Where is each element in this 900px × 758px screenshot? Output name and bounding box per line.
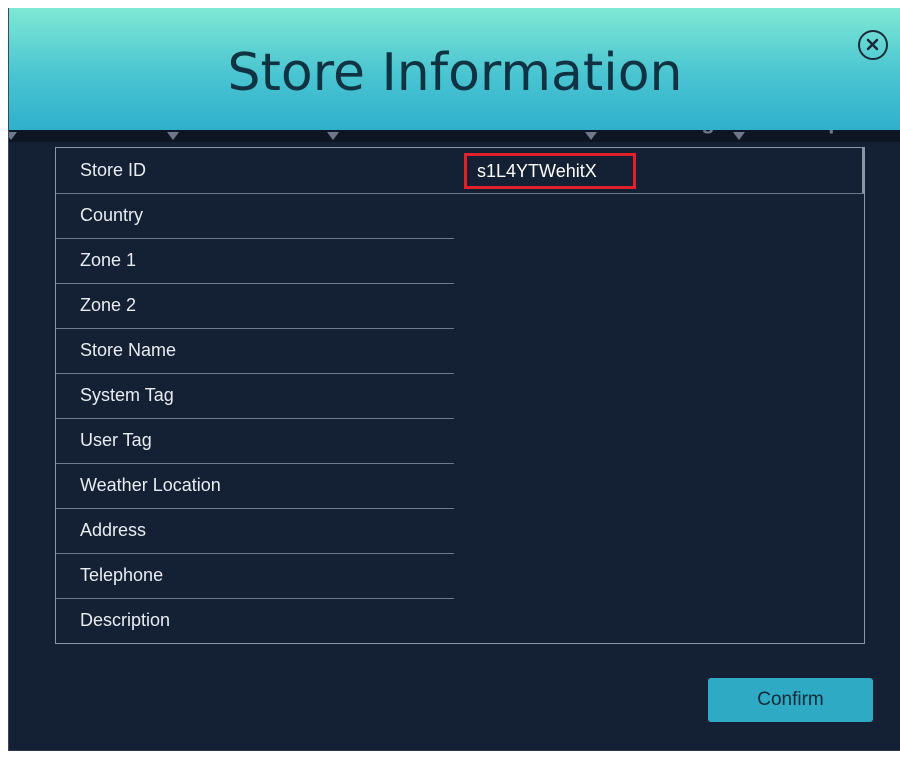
field-label-zone-2: Zone 2: [80, 295, 137, 315]
field-label-store-id: Store ID: [80, 160, 147, 180]
store-info-table: Store ID s1L4YTWehitX Country Zone 1 Zon…: [55, 147, 865, 644]
field-row-system-tag: System Tag: [56, 373, 454, 419]
sort-caret-icon: [9, 132, 17, 140]
store-id-value[interactable]: s1L4YTWehitX: [464, 153, 636, 189]
sort-caret-icon: [585, 132, 597, 140]
field-row-zone-2: Zone 2: [56, 283, 454, 329]
dialog-title-bar: Store Information: [9, 8, 900, 130]
field-row-weather-location: Weather Location: [56, 463, 454, 509]
field-label-zone-1: Zone 1: [80, 250, 137, 270]
sort-caret-icon: [327, 132, 339, 140]
field-label-description: Description: [80, 610, 171, 630]
field-label-country: Country: [80, 205, 144, 225]
store-information-dialog: Zone 1 Zone 2 Store Name Store Tag Descr…: [8, 8, 900, 751]
field-row-user-tag: User Tag: [56, 418, 454, 464]
field-label-user-tag: User Tag: [80, 430, 152, 450]
field-row-country: Country: [56, 193, 454, 239]
sort-caret-icon: [167, 132, 179, 140]
field-row-telephone: Telephone: [56, 553, 454, 599]
sort-caret-icon: [733, 132, 745, 140]
field-row-store-id: Store ID s1L4YTWehitX: [56, 148, 864, 194]
field-label-address: Address: [80, 520, 147, 540]
table-scrollbar-top: [862, 148, 864, 193]
field-row-store-name: Store Name: [56, 328, 454, 374]
field-row-description: Description: [56, 598, 454, 643]
dialog-title: Store Information: [227, 43, 683, 103]
field-label-weather-location: Weather Location: [80, 475, 221, 495]
field-label-store-name: Store Name: [80, 340, 177, 360]
field-row-zone-1: Zone 1: [56, 238, 454, 284]
field-row-address: Address: [56, 508, 454, 554]
field-label-system-tag: System Tag: [80, 385, 174, 405]
confirm-button[interactable]: Confirm: [708, 678, 873, 722]
close-icon[interactable]: [858, 30, 888, 60]
field-label-telephone: Telephone: [80, 565, 164, 585]
